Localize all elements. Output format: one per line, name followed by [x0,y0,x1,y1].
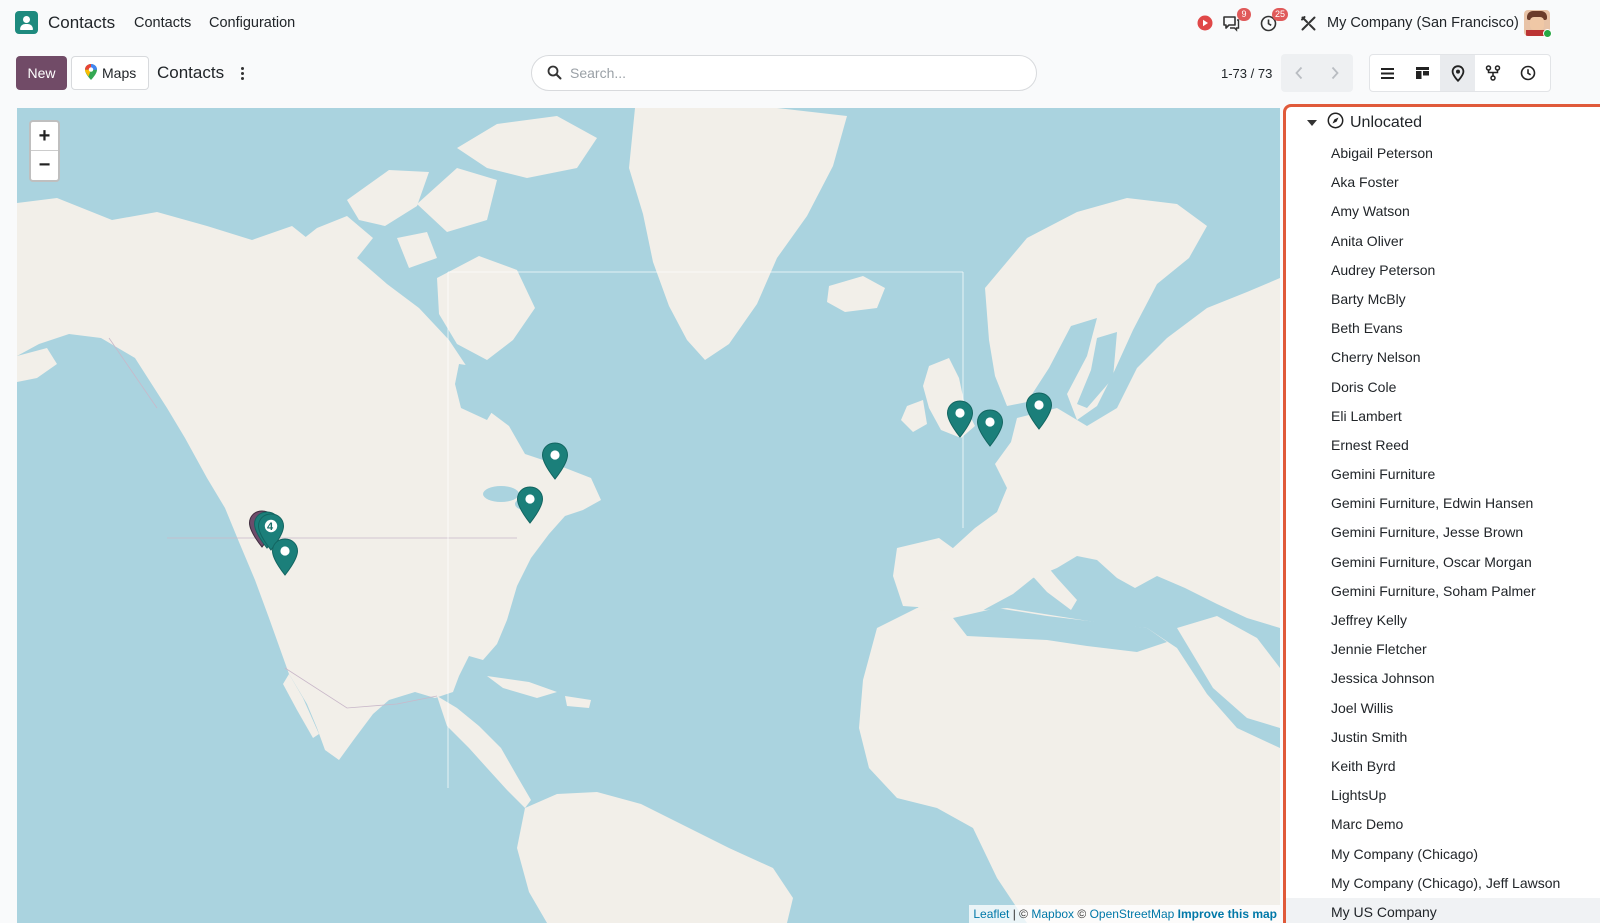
map-marker-icon[interactable] [976,409,1004,449]
contact-item[interactable]: Anita Oliver [1286,227,1600,256]
map-marker-icon[interactable] [541,442,569,482]
map-view-icon[interactable] [1440,55,1475,91]
contact-item[interactable]: Barty McBly [1286,285,1600,314]
maps-button[interactable]: Maps [71,56,149,90]
leaflet-link[interactable]: Leaflet [973,907,1009,921]
contact-item[interactable]: Gemini Furniture, Oscar Morgan [1286,548,1600,577]
compass-icon [1327,112,1344,134]
pager-previous-icon[interactable] [1281,54,1317,92]
hierarchy-view-icon[interactable] [1475,55,1510,91]
pager-value[interactable]: 1-73 / 73 [1221,66,1272,81]
menu-contacts[interactable]: Contacts [134,15,191,31]
map-attribution: Leaflet | © Mapbox © OpenStreetMap Impro… [969,905,1280,923]
map-marker-icon[interactable] [1025,392,1053,432]
zoom-in-button[interactable]: + [31,122,58,151]
kanban-view-icon[interactable] [1405,55,1440,91]
top-navbar: Contacts Contacts Configuration 9 25 My … [0,0,1600,46]
world-map [17,108,1280,923]
attribution-copyright: © [1074,907,1090,921]
zoom-out-button[interactable]: − [31,151,58,180]
contact-item[interactable]: Jessica Johnson [1286,664,1600,693]
activity-view-icon[interactable] [1510,55,1545,91]
map-pin-color-icon [84,63,98,84]
map-marker-icon[interactable] [271,538,299,578]
online-status-icon [1543,29,1552,38]
mapbox-link[interactable]: Mapbox [1031,907,1074,921]
maps-button-label: Maps [102,65,137,81]
contact-item[interactable]: Gemini Furniture, Soham Palmer [1286,577,1600,606]
contacts-side-panel: Unlocated Abigail Peterson Aka Foster Am… [1283,104,1600,923]
contact-item[interactable]: Ernest Reed [1286,431,1600,460]
contact-item[interactable]: My US Company [1286,897,1600,923]
activities-clock-icon[interactable] [1257,0,1279,46]
messages-badge: 9 [1237,8,1251,21]
contact-item[interactable]: My Company (Chicago), Jeff Lawson [1286,869,1600,898]
contact-item[interactable]: My Company (Chicago) [1286,840,1600,869]
contact-list: Abigail Peterson Aka Foster Amy Watson A… [1286,139,1600,923]
openstreetmap-link[interactable]: OpenStreetMap [1090,907,1175,921]
contact-item[interactable]: Marc Demo [1286,810,1600,839]
messages-icon[interactable] [1220,0,1242,46]
contact-item[interactable]: Gemini Furniture, Jesse Brown [1286,518,1600,547]
contact-item[interactable]: Abigail Peterson [1286,139,1600,168]
app-name[interactable]: Contacts [48,13,115,33]
contact-item[interactable]: Aka Foster [1286,168,1600,197]
contact-item[interactable]: Doris Cole [1286,373,1600,402]
search-input[interactable] [570,63,1010,83]
new-button[interactable]: New [16,56,67,90]
zoom-control: + − [29,120,60,182]
map-marker-icon[interactable] [516,486,544,526]
caret-down-icon [1307,120,1317,126]
pager-next-icon[interactable] [1317,54,1353,92]
contact-item[interactable]: Jennie Fletcher [1286,635,1600,664]
group-label: Unlocated [1350,114,1423,131]
view-switcher [1369,54,1551,92]
map-canvas[interactable]: + − 4 Leaflet | © Mapbox © OpenStreetMap… [17,108,1280,923]
breadcrumb: Contacts [157,63,225,82]
contact-item[interactable]: Beth Evans [1286,314,1600,343]
group-header-unlocated[interactable]: Unlocated [1307,112,1422,134]
company-switcher[interactable]: My Company (San Francisco) [1327,15,1519,31]
actions-menu-icon[interactable] [236,64,248,82]
contact-item[interactable]: Jeffrey Kelly [1286,606,1600,635]
improve-map-link[interactable]: Improve this map [1178,907,1277,921]
contact-item[interactable]: Gemini Furniture, Edwin Hansen [1286,489,1600,518]
contact-item[interactable]: LightsUp [1286,781,1600,810]
contact-item[interactable]: Amy Watson [1286,197,1600,226]
map-marker-icon[interactable] [946,400,974,440]
activities-badge: 25 [1272,8,1289,21]
contact-item[interactable]: Justin Smith [1286,723,1600,752]
search-icon [547,65,562,83]
contact-item[interactable]: Eli Lambert [1286,402,1600,431]
contact-item[interactable]: Audrey Peterson [1286,256,1600,285]
record-icon[interactable] [1194,0,1216,46]
contacts-app-icon[interactable] [15,11,38,34]
debug-tools-icon[interactable] [1297,0,1319,46]
pager-buttons [1281,54,1353,92]
search-bar [531,55,1037,91]
menu-configuration[interactable]: Configuration [209,15,295,31]
contact-item[interactable]: Keith Byrd [1286,752,1600,781]
list-view-icon[interactable] [1370,55,1405,91]
attribution-separator: | © [1009,907,1032,921]
contact-item[interactable]: Gemini Furniture [1286,460,1600,489]
contact-item[interactable]: Joel Willis [1286,694,1600,723]
contact-item[interactable]: Cherry Nelson [1286,343,1600,372]
map-cluster-count: 4 [267,521,274,533]
